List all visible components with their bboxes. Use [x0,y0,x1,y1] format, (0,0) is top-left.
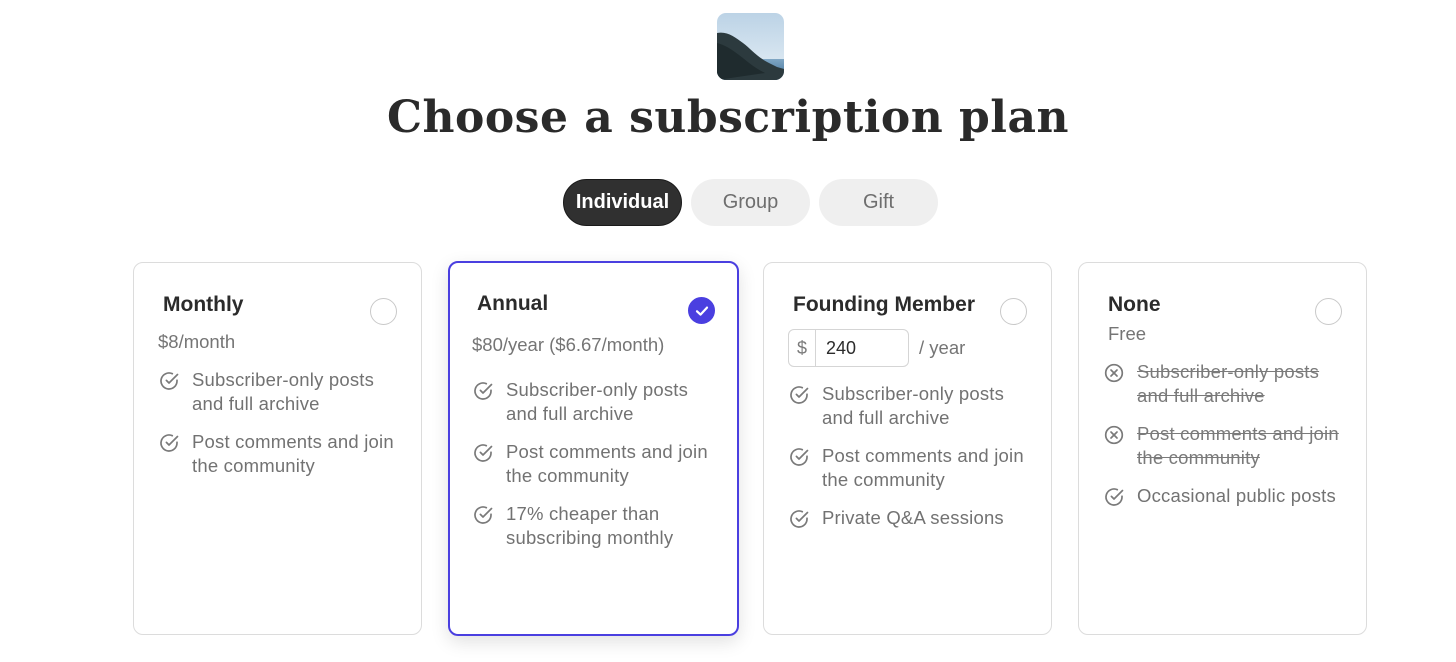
check-circle-icon [788,384,810,406]
feature-item: Post comments and join the community [788,444,1033,492]
custom-amount-field[interactable]: $ [788,329,909,367]
plan-name: Founding Member [793,293,975,316]
checkmark-icon [695,306,708,316]
plan-price: $8/month [158,331,236,352]
feature-text: Post comments and join the community [822,445,1024,490]
feature-item: Post comments and join the community [158,430,403,478]
feature-text: Private Q&A sessions [822,507,1004,528]
feature-list: Subscriber-only posts and full archive P… [472,378,719,564]
plan-price: $80/year ($6.67/month) [472,334,665,355]
tab-gift[interactable]: Gift [819,179,938,226]
billing-period: / year [919,337,966,358]
feature-item: Subscriber-only posts and full archive [788,382,1033,430]
plan-radio[interactable] [370,298,397,325]
amount-input[interactable] [816,330,908,366]
plan-card-annual[interactable]: Annual $80/year ($6.67/month) Subscriber… [448,261,739,636]
feature-item: Post comments and join the community [472,440,719,488]
feature-text: Post comments and join the community [506,441,708,486]
check-circle-icon [472,442,494,464]
feature-item: Private Q&A sessions [788,506,1033,530]
feature-text: Post comments and join the community [192,431,394,476]
plan-card-founding-member[interactable]: Founding Member $ / year Subscriber-only… [763,262,1052,635]
check-circle-icon [472,380,494,402]
feature-item: Occasional public posts [1103,484,1348,508]
feature-text: Subscriber-only posts and full archive [822,383,1005,428]
feature-text: Post comments and join the community [1137,423,1339,468]
page-title: Choose a subscription plan [386,92,1070,143]
plan-name: Monthly [163,293,244,316]
tab-individual[interactable]: Individual [563,179,682,226]
check-circle-icon [472,504,494,526]
plan-radio-checked[interactable] [688,297,715,324]
feature-text: Occasional public posts [1137,485,1336,506]
feature-item: Post comments and join the community [1103,422,1348,470]
plan-radio[interactable] [1315,298,1342,325]
feature-text: Subscriber-only posts and full archive [1137,361,1320,406]
plan-radio[interactable] [1000,298,1027,325]
feature-text: 17% cheaper than subscribing monthly [506,503,674,548]
tab-group[interactable]: Group [691,179,810,226]
plan-card-none[interactable]: None Free Subscriber-only posts and full… [1078,262,1367,635]
check-circle-icon [158,370,180,392]
check-circle-icon [788,508,810,530]
feature-item: Subscriber-only posts and full archive [158,368,403,416]
feature-list: Subscriber-only posts and full archive P… [158,368,403,492]
feature-list: Subscriber-only posts and full archive P… [1103,360,1348,522]
plan-card-monthly[interactable]: Monthly $8/month Subscriber-only posts a… [133,262,422,635]
coastline-image [717,13,784,80]
publication-logo [717,13,784,80]
feature-item: 17% cheaper than subscribing monthly [472,502,719,550]
feature-list: Subscriber-only posts and full archive P… [788,382,1033,544]
feature-text: Subscriber-only posts and full archive [192,369,375,414]
x-circle-icon [1103,362,1125,384]
check-circle-icon [788,446,810,468]
plan-price: Free [1108,323,1147,344]
check-circle-icon [1103,486,1125,508]
feature-text: Subscriber-only posts and full archive [506,379,689,424]
plan-name: None [1108,293,1161,316]
check-circle-icon [158,432,180,454]
plan-name: Annual [477,292,549,315]
feature-item: Subscriber-only posts and full archive [1103,360,1348,408]
feature-item: Subscriber-only posts and full archive [472,378,719,426]
currency-symbol: $ [789,330,816,366]
x-circle-icon [1103,424,1125,446]
